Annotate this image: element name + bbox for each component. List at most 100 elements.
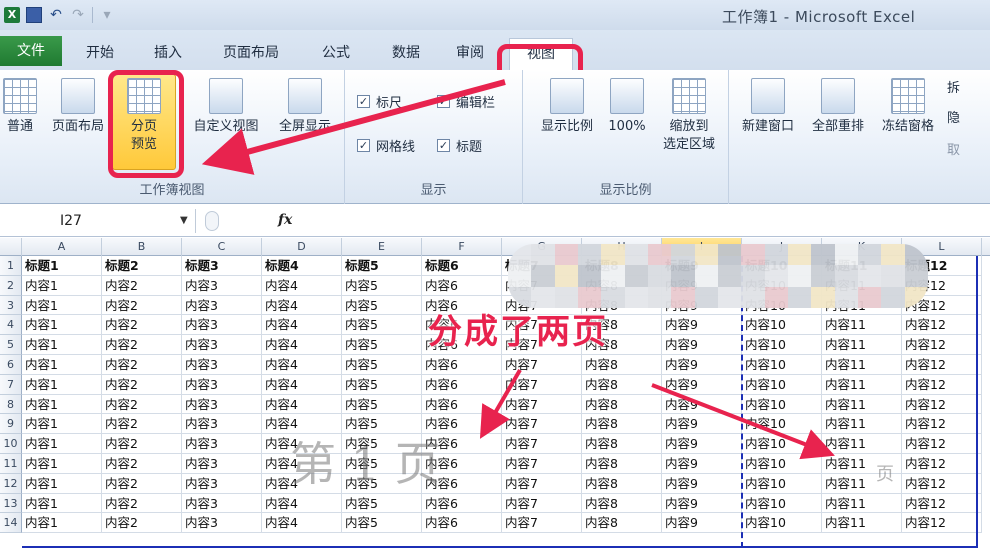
name-box-dropdown-icon[interactable]: ▼ [180, 209, 188, 233]
customize-toolbar-icon[interactable]: ▾ [99, 7, 115, 23]
column-header[interactable]: C [182, 238, 262, 256]
blur-pixel [764, 265, 788, 287]
custom-views-button[interactable]: 自定义视图 [184, 78, 268, 136]
normal-view-button[interactable]: 普通 [0, 78, 40, 136]
blur-pixel [904, 286, 928, 308]
tab-insert[interactable]: 插入 [148, 40, 188, 66]
row-header[interactable]: 6 [0, 355, 22, 375]
magnifier-icon [550, 78, 584, 114]
blur-pixel [531, 265, 555, 287]
full-screen-label: 全屏显示 [278, 119, 331, 134]
headings-checkbox[interactable]: ✓ 标题 [437, 136, 482, 155]
formula-bar-label: 编辑栏 [456, 96, 496, 111]
formula-bar: I27 ▼ fx [0, 205, 990, 237]
column-header[interactable]: B [102, 238, 182, 256]
toolbar-divider [92, 7, 93, 23]
row-header[interactable]: 12 [0, 473, 22, 494]
column-header[interactable]: F [422, 238, 502, 256]
row-header[interactable]: 10 [0, 434, 22, 454]
ruler-label: 标尺 [376, 96, 403, 111]
blur-pixel [601, 244, 625, 266]
blur-pixel [904, 244, 928, 266]
blur-pixel [694, 244, 718, 266]
new-window-button[interactable]: 新建窗口 [735, 78, 801, 136]
insert-function-icon[interactable]: fx [278, 212, 292, 228]
ruler-checkbox[interactable]: ✓ 标尺 [357, 92, 402, 111]
row-header[interactable]: 2 [0, 275, 22, 296]
page-layout-icon [61, 78, 95, 114]
name-box[interactable]: I27 [0, 209, 196, 233]
hide-button[interactable]: 隐 [947, 110, 987, 128]
page-2-watermark: 页 [876, 464, 894, 485]
undo-icon[interactable]: ↶ [48, 7, 64, 23]
split-label: 拆 [947, 81, 961, 96]
row-header[interactable]: 14 [0, 513, 22, 534]
freeze-panes-icon [891, 78, 925, 114]
page-layout-view-button[interactable]: 页面布局 [46, 78, 110, 136]
new-window-label: 新建窗口 [741, 119, 794, 134]
tab-file[interactable]: 文件 [0, 36, 62, 66]
zoom-group-label: 显示比例 [599, 183, 652, 198]
redo-icon[interactable]: ↷ [70, 7, 86, 23]
blur-pixel [578, 244, 602, 266]
blur-pixel [508, 244, 532, 266]
blur-pixel [788, 286, 812, 308]
gridlines-checkbox[interactable]: ✓ 网格线 [357, 136, 415, 155]
workbook-views-group-label: 工作簿视图 [139, 183, 205, 198]
save-icon[interactable] [26, 7, 42, 23]
row-header[interactable]: 13 [0, 493, 22, 514]
row-header[interactable]: 4 [0, 315, 22, 336]
show-group: ✓ 标尺 ✓ 编辑栏 ✓ 网格线 ✓ 标题 显示 [345, 70, 523, 204]
custom-views-icon [209, 78, 243, 114]
row-header[interactable]: 3 [0, 295, 22, 316]
full-screen-button[interactable]: 全屏显示 [270, 78, 340, 136]
zoom-group: 显示比例 100% 缩放到 选定区域 显示比例 [523, 70, 729, 204]
formula-bar-resize-handle[interactable] [205, 211, 219, 231]
arrange-all-button[interactable]: 全部重排 [805, 78, 871, 136]
row-header[interactable]: 7 [0, 374, 22, 395]
full-screen-icon [288, 78, 322, 114]
formula-bar-checkbox[interactable]: ✓ 编辑栏 [437, 92, 495, 111]
page-1-watermark: 第 1 页 [290, 437, 441, 491]
blur-pixel [648, 244, 672, 266]
blur-pixel [694, 265, 718, 287]
column-header[interactable]: E [342, 238, 422, 256]
tab-data[interactable]: 数据 [386, 40, 426, 66]
row-header[interactable]: 8 [0, 394, 22, 415]
page-break-preview-highlight [108, 70, 184, 178]
blur-pixel [858, 286, 882, 308]
tab-formulas[interactable]: 公式 [316, 40, 356, 66]
split-button[interactable]: 拆 [947, 80, 987, 98]
blur-pixel [764, 244, 788, 266]
unhide-button[interactable]: 取 [947, 142, 987, 160]
tab-review[interactable]: 审阅 [450, 40, 490, 66]
blur-pixel [741, 265, 765, 287]
tab-home[interactable]: 开始 [80, 40, 120, 66]
row-header[interactable]: 11 [0, 454, 22, 474]
page-layout-label: 页面布局 [51, 119, 104, 134]
arrange-all-label: 全部重排 [811, 119, 864, 134]
zoom-100-button[interactable]: 100% [605, 78, 649, 136]
zoom-100-label: 100% [608, 119, 646, 134]
zoom-to-selection-button[interactable]: 缩放到 选定区域 [653, 78, 725, 154]
select-all-corner[interactable] [0, 238, 22, 256]
blur-pixel [578, 265, 602, 287]
row-header[interactable]: 5 [0, 335, 22, 355]
new-window-icon [751, 78, 785, 114]
column-header[interactable]: D [262, 238, 342, 256]
blur-pixel [881, 244, 905, 266]
tab-page-layout[interactable]: 页面布局 [216, 40, 286, 66]
headings-label: 标题 [456, 140, 483, 155]
zoom-button[interactable]: 显示比例 [529, 78, 605, 136]
row-header[interactable]: 1 [0, 256, 22, 276]
blur-pixel [718, 244, 742, 266]
zoom-selection-label-1: 缩放到 [669, 119, 709, 134]
excel-app-icon[interactable]: X [4, 7, 20, 23]
row-header[interactable]: 9 [0, 414, 22, 435]
normal-view-icon [3, 78, 37, 114]
check-icon: ✓ [437, 139, 450, 152]
blur-pixel [624, 244, 648, 266]
column-header[interactable]: A [22, 238, 102, 256]
freeze-panes-button[interactable]: 冻结窗格 [875, 78, 941, 136]
blurred-region [508, 244, 928, 308]
